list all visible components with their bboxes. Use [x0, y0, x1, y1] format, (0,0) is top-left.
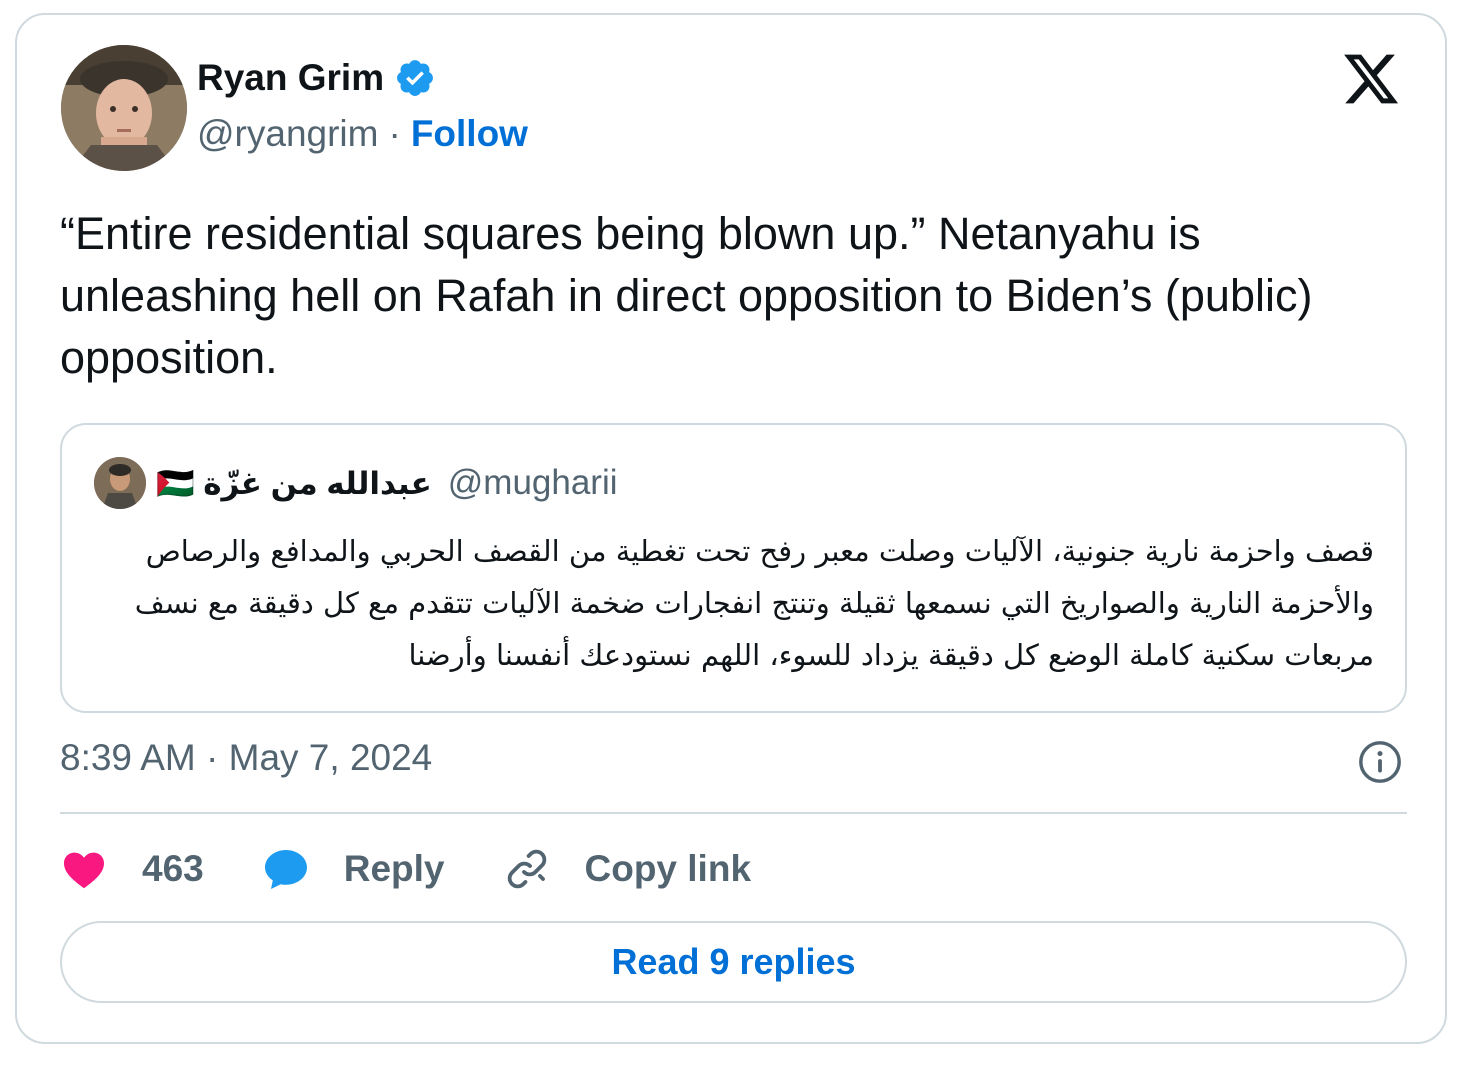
like-button[interactable]: 463 [60, 845, 204, 893]
tweet-timestamp[interactable]: 8:39 AM · May 7, 2024 [60, 737, 432, 779]
quoted-author-avatar [94, 457, 146, 509]
read-replies-button[interactable]: Read 9 replies [60, 921, 1407, 1003]
quoted-author-name: عبدالله من غزّة 🇵🇸 [156, 465, 432, 501]
author-handle[interactable]: @ryangrim [197, 113, 378, 155]
quoted-author-handle: @mugharii [447, 463, 618, 502]
info-icon[interactable] [1357, 739, 1403, 785]
quoted-tweet-text: قصف واحزمة نارية جنونية، الآليات وصلت مع… [134, 534, 1374, 672]
quoted-tweet-header: عبدالله من غزّة 🇵🇸 @mugharii [94, 457, 618, 509]
copy-link-button[interactable]: Copy link [503, 845, 752, 893]
link-icon [503, 845, 551, 893]
reply-label: Reply [343, 848, 445, 889]
like-count: 463 [142, 848, 204, 889]
author-avatar-image [61, 45, 187, 171]
tweet-card: Ryan Grim @ryangrim · Follow “Entire res… [15, 13, 1447, 1044]
heart-icon [60, 845, 108, 893]
x-logo-icon[interactable] [1341, 49, 1401, 109]
follow-button[interactable]: Follow [411, 113, 528, 155]
tweet-text: “Entire residential squares being blown … [60, 208, 1313, 383]
author-avatar[interactable] [61, 45, 187, 171]
author-name[interactable]: Ryan Grim [197, 57, 384, 99]
divider [60, 812, 1407, 814]
action-bar: 463 Reply Copy link [60, 841, 809, 897]
reply-button[interactable]: Reply [262, 845, 445, 893]
author-name-row: Ryan Grim [197, 57, 436, 99]
quoted-tweet[interactable]: عبدالله من غزّة 🇵🇸 @mugharii قصف واحزمة … [60, 423, 1407, 713]
separator-dot: · [388, 113, 401, 154]
verified-badge-icon [394, 57, 436, 99]
author-handle-row: @ryangrim · Follow [197, 113, 528, 155]
copy-link-label: Copy link [584, 848, 752, 889]
speech-bubble-icon [262, 845, 310, 893]
